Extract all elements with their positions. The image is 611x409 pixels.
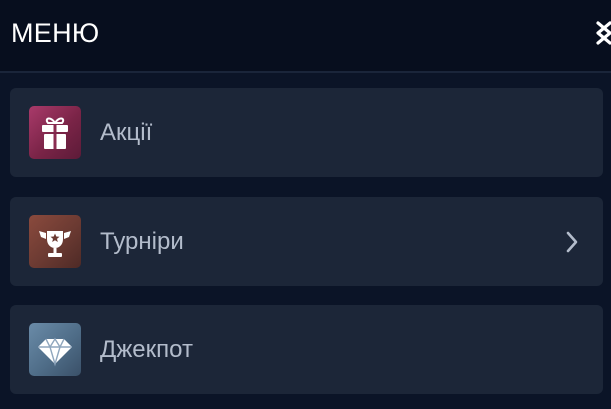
close-icon [596,21,611,45]
diamond-icon [29,323,81,376]
menu-item-tournaments[interactable]: Турніри [10,197,603,286]
chevron-right-icon [566,231,578,253]
menu-item-label: Акції [100,119,153,146]
menu-panel: МЕНЮ Акції Турніри Джекпот [0,0,611,409]
menu-item-jackpot[interactable]: Джекпот [10,305,603,394]
close-button[interactable] [594,19,611,47]
menu-item-promotions[interactable]: Акції [10,88,603,177]
gift-icon [29,106,81,159]
menu-header: МЕНЮ [0,0,611,73]
menu-item-label: Турніри [100,228,184,255]
menu-item-label: Джекпот [100,336,193,363]
menu-title: МЕНЮ [11,18,100,48]
trophy-icon [29,215,81,268]
